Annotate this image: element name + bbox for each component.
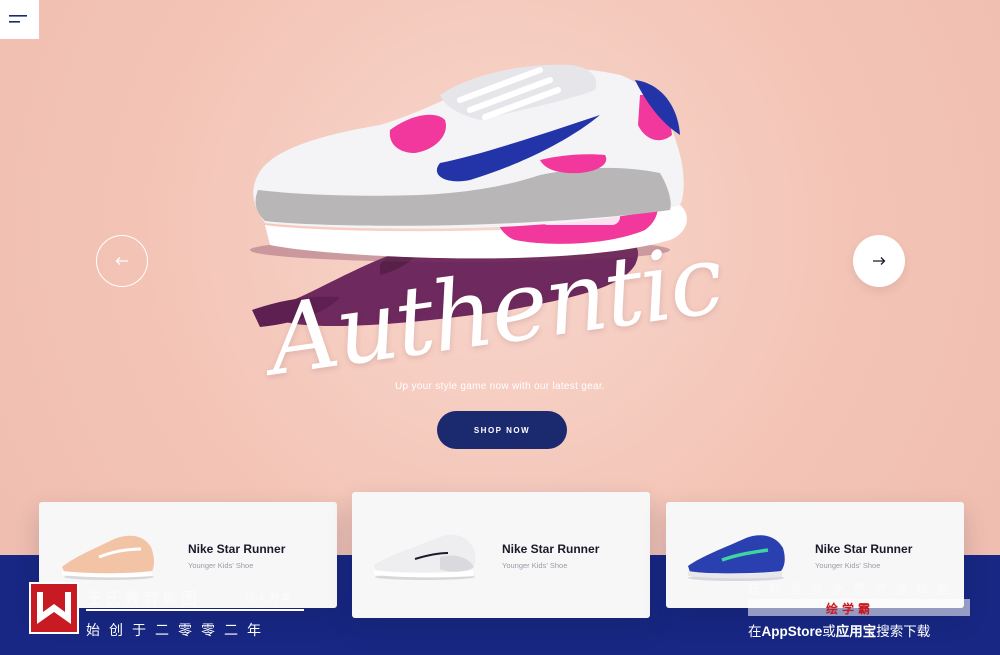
product-subtitle: Younger Kids' Shoe: [502, 561, 568, 570]
product-shoe-image: [688, 535, 785, 581]
watermark-founded: 始创于二零零二年: [86, 622, 270, 638]
arrow-left-icon: [115, 257, 128, 265]
store-a: AppStore: [761, 624, 823, 639]
store-b: 应用宝: [835, 624, 877, 639]
store-prefix: 在: [748, 624, 762, 639]
watermark-brand: 绘学霸: [826, 602, 875, 616]
watermark-promo: 获取更多免费资源数据: [748, 582, 959, 596]
hero-subtitle: Up your style game now with our latest g…: [395, 381, 605, 392]
next-slide-button[interactable]: [853, 235, 905, 287]
menu-icon: [9, 15, 27, 23]
product-subtitle: Younger Kids' Shoe: [815, 561, 881, 570]
store-or: 或: [822, 624, 836, 639]
shop-now-button[interactable]: SHOP NOW: [437, 411, 567, 449]
arrow-right-icon: [873, 257, 886, 265]
product-card-2[interactable]: Nike Star Runner Younger Kids' Shoe: [352, 492, 650, 618]
product-title: Nike Star Runner: [502, 542, 600, 556]
watermark-logo-icon: [37, 592, 71, 624]
menu-button[interactable]: [0, 0, 39, 39]
product-title: Nike Star Runner: [188, 542, 286, 556]
product-shoe-image: [62, 535, 154, 580]
watermark-store-line: 在AppStore或应用宝搜索下载: [748, 620, 930, 640]
watermark-org-name: 王氏教育集团: [86, 591, 201, 608]
store-suffix: 搜索下载: [876, 624, 931, 639]
watermark-motto: 以人为本: [245, 593, 293, 604]
prev-slide-button[interactable]: [96, 235, 148, 287]
product-shoe-image: [374, 534, 476, 580]
product-title: Nike Star Runner: [815, 542, 913, 556]
watermark-logo: [29, 582, 79, 634]
product-subtitle: Younger Kids' Shoe: [188, 561, 254, 570]
watermark-divider: [86, 609, 304, 611]
